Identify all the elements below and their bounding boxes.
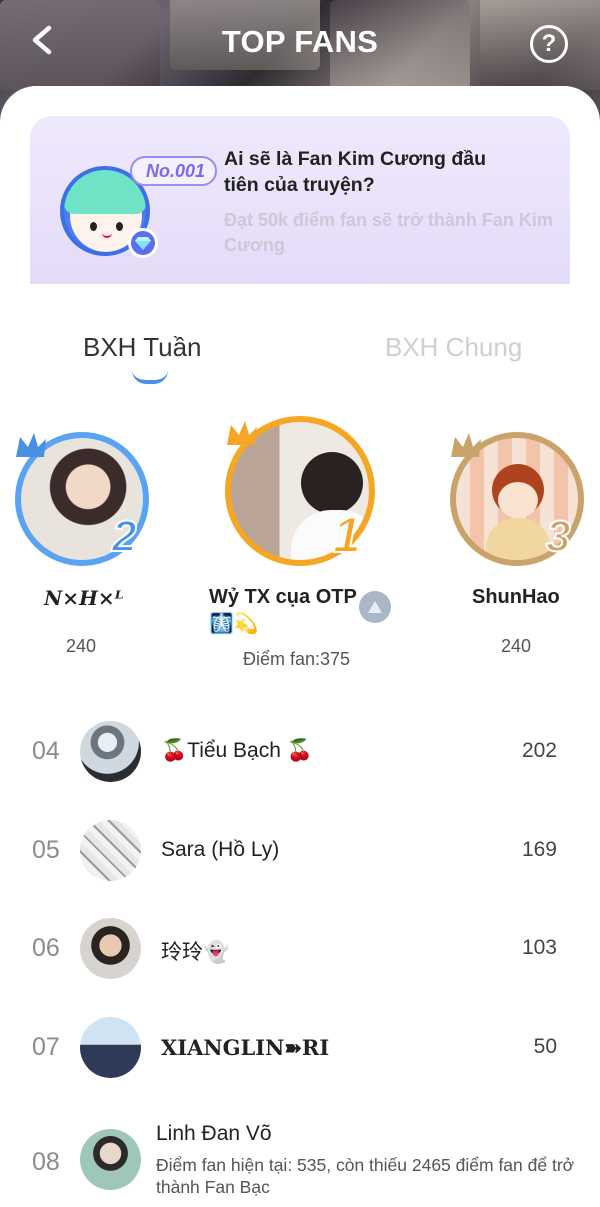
diamond-fan-banner[interactable]: No.001 Ai sẽ là Fan Kim Cương đầu tiên c… [30, 116, 570, 284]
rank-number: 1 [332, 506, 362, 564]
banner-title: Ai sẽ là Fan Kim Cương đầu tiên của truy… [224, 148, 487, 196]
user-name: Linh Đan Võ [156, 1122, 272, 1145]
current-user-row[interactable]: 08 Linh Đan Võ Điểm fan hiện tại: 535, c… [0, 1116, 600, 1206]
rank-number: 06 [32, 934, 60, 962]
list-item[interactable]: 05 Sara (Hồ Ly) 169 [0, 811, 600, 891]
rank-number: 2 [111, 511, 138, 562]
tab-weekly[interactable]: BXH Tuần [83, 332, 202, 363]
podium-score: 240 [66, 636, 97, 656]
page-title: TOP FANS [221, 24, 379, 59]
rank-number: 08 [32, 1148, 60, 1176]
fan-score: 202 [521, 739, 557, 762]
list-item[interactable]: 06 玲玲👻 103 [0, 909, 600, 989]
rank-number: 05 [32, 836, 60, 864]
help-button[interactable]: ? [530, 25, 568, 63]
crown-icon [451, 433, 481, 457]
avatar [80, 820, 141, 881]
rank-badge: No.001 [130, 156, 218, 186]
avatar [80, 1129, 141, 1190]
user-name: XIANGLIN➽RI [161, 1035, 330, 1060]
fan-score: 50 [533, 1035, 557, 1058]
podium-score: Điểm fan:375 [243, 649, 351, 669]
rank-number: 07 [32, 1033, 60, 1061]
diamond-icon [128, 228, 158, 258]
crown-icon [227, 421, 257, 445]
user-name: 玲玲👻 [161, 941, 230, 964]
fan-score: 169 [521, 838, 557, 861]
list-item[interactable]: 04 🍒Tiểu Bạch 🍒 202 [0, 713, 600, 793]
rank-number: 04 [32, 737, 60, 765]
avatar [80, 1017, 141, 1078]
podium-score: 240 [501, 636, 532, 656]
podium-name: Wỷ TX cụa OTP 🩻💫 [209, 586, 357, 635]
crown-icon [16, 433, 46, 457]
tab-indicator [132, 370, 168, 384]
tab-overall[interactable]: BXH Chung [385, 332, 522, 363]
avatar [80, 721, 141, 782]
user-name: Sara (Hồ Ly) [161, 838, 280, 861]
banner-subtitle: Đạt 50k điểm fan sẽ trở thành Fan Kim Cư… [224, 210, 553, 255]
user-name: 🍒Tiểu Bạch 🍒 [161, 739, 313, 762]
fan-progress-text: Điểm fan hiện tại: 535, còn thiếu 2465 đ… [156, 1155, 575, 1197]
rank-number: 3 [545, 511, 572, 562]
avatar [80, 918, 141, 979]
fan-score: 103 [521, 936, 557, 959]
podium-name: N×H×ᴸ [44, 586, 124, 610]
list-item[interactable]: 07 XIANGLIN➽RI 50 [0, 1007, 600, 1087]
question-icon: ? [541, 30, 557, 57]
rank-up-icon [359, 591, 391, 623]
podium-name: ShunHao [472, 586, 560, 608]
content-sheet: No.001 Ai sẽ là Fan Kim Cương đầu tiên c… [0, 86, 600, 1207]
